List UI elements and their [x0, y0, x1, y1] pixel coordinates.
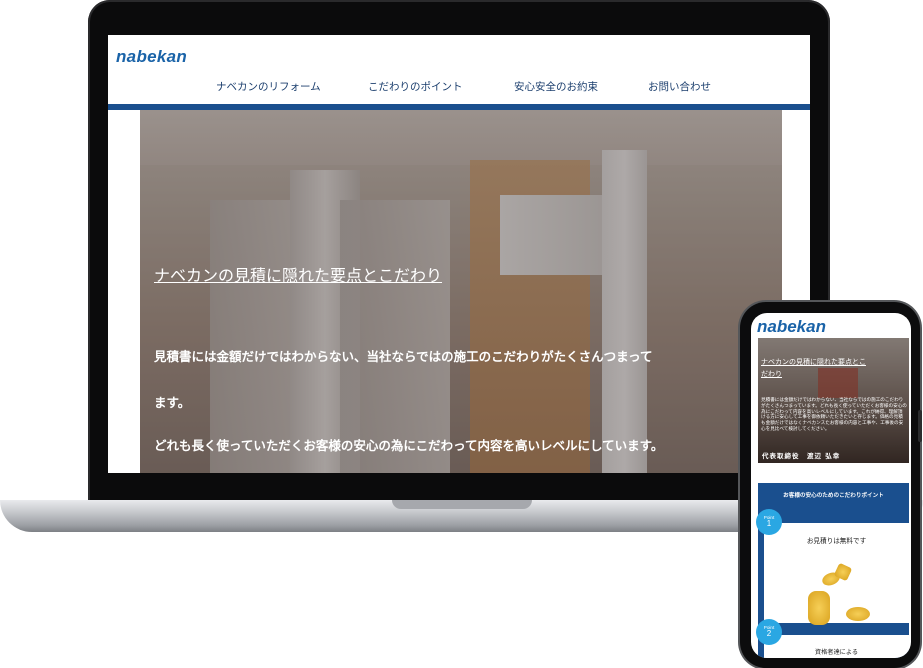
- point-card-title: お見積りは無料です: [806, 537, 867, 545]
- hero-text-line: どれも長く使っていただくお客様の安心の為にこだわって内容を高いレベルにしています…: [154, 438, 664, 453]
- nav-item-safety[interactable]: 安心安全のお約束: [514, 79, 598, 94]
- mobile-hero-signature: 代表取締役 渡辺 弘幸: [762, 452, 841, 460]
- hero-title: ナベカンの見積に隠れた要点とこだわり: [154, 266, 443, 285]
- laptop-screen: nabekan ナベカンのリフォーム こだわりのポイント 安心安全のお約束 お問…: [108, 35, 810, 473]
- coin-stack-icon: [808, 591, 830, 625]
- mobile-hero-title: ナベカンの見積に隠れた要点とこだわり: [761, 358, 866, 378]
- point-badge: Point 1: [756, 509, 782, 535]
- points-section: お客様の安心のためのこだわりポイント お見積りは無料です Point 1 資格者…: [756, 483, 909, 658]
- point-card[interactable]: お見積りは無料です: [764, 523, 909, 625]
- coin-icon: [846, 607, 870, 621]
- site-header: nabekan ナベカンのリフォーム こだわりのポイント 安心安全のお約束 お問…: [108, 35, 810, 105]
- hero-section: ナベカンの見積に隠れた要点とこだわり 見積書には金額だけではわからない、当社なら…: [140, 110, 782, 473]
- nav-item-reform[interactable]: ナベカンのリフォーム: [216, 79, 321, 94]
- hero-text-line: ます。: [154, 395, 191, 410]
- mobile-site-logo[interactable]: nabekan: [757, 317, 826, 337]
- main-nav: ナベカンのリフォーム こだわりのポイント 安心安全のお約束 お問い合わせ: [108, 79, 810, 95]
- mobile-hero-section: ナベカンの見積に隠れた要点とこだわり 見積書には金額だけではわからない、当社なら…: [758, 338, 909, 463]
- hero-overlay: [140, 110, 782, 473]
- point-card-title: 資格者達による: [814, 649, 859, 656]
- point-badge: Point 2: [756, 619, 782, 645]
- point-card[interactable]: 資格者達による: [764, 635, 909, 658]
- laptop-notch: [392, 500, 532, 509]
- mobile-hero-text: 見積書には金額だけではわからない、当社ならではの施工のこだわりがたくさんつまって…: [761, 398, 907, 432]
- points-section-title: お客様の安心のためのこだわりポイント: [783, 493, 884, 499]
- phone-side-button: [918, 410, 922, 442]
- site-logo[interactable]: nabekan: [116, 47, 187, 67]
- phone-screen: nabekan ナベカンの見積に隠れた要点とこだわり 見積書には金額だけではわか…: [751, 313, 911, 658]
- nav-item-contact[interactable]: お問い合わせ: [648, 79, 711, 94]
- hero-text-line: 見積書には金額だけではわからない、当社ならではの施工のこだわりがたくさんつまって: [154, 349, 653, 364]
- nav-item-points[interactable]: こだわりのポイント: [368, 79, 463, 94]
